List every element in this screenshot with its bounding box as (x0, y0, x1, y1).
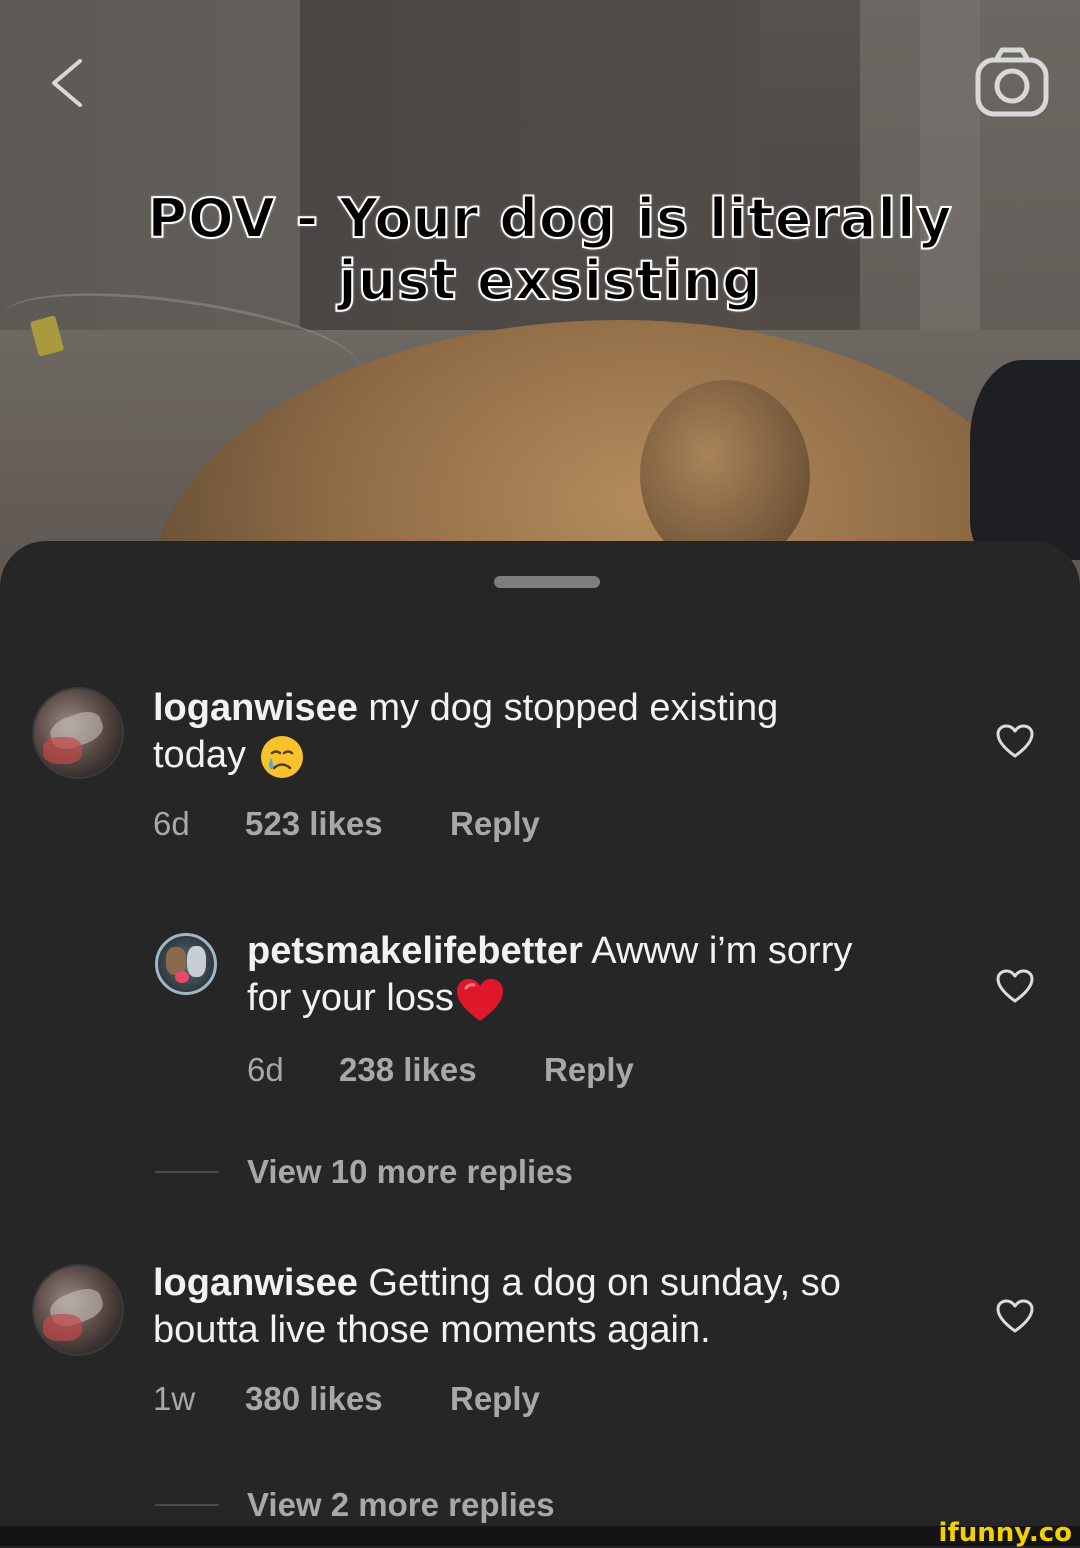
comment-time: 1w (153, 1380, 196, 1417)
comment-likes[interactable]: 523 likes (245, 805, 450, 843)
comment-time: 6d (153, 805, 190, 842)
comment-text: my dog stopped existing (368, 687, 779, 729)
camera-button[interactable] (974, 44, 1050, 120)
view-more-replies-label: View 10 more replies (247, 1153, 573, 1190)
divider (155, 1504, 219, 1506)
red-heart-icon (456, 978, 503, 1021)
like-button[interactable] (995, 968, 1035, 1004)
like-button[interactable] (995, 723, 1035, 759)
camera-icon (975, 47, 1049, 117)
view-more-replies-button[interactable]: View 10 more replies (155, 1153, 573, 1191)
comments-sheet: loganwisee my dog stopped existing today… (0, 541, 1080, 1526)
chevron-left-icon (52, 59, 82, 107)
back-button[interactable] (42, 55, 94, 111)
comment-text: Getting a dog on sunday, so (368, 1262, 841, 1304)
comment-text-continued: for your loss (247, 977, 454, 1019)
comment-text: Awww i’m sorry (591, 930, 853, 972)
reply-button[interactable]: Reply (544, 1051, 634, 1089)
drag-handle[interactable] (494, 576, 600, 588)
video-caption-line-2: just exsisting (337, 249, 762, 313)
comment-meta: 6d 238 likes Reply (247, 1051, 634, 1089)
comment-meta: 1w 380 likes Reply (153, 1380, 540, 1418)
heart-icon (996, 969, 1034, 1003)
reply-button[interactable]: Reply (450, 805, 540, 843)
comment-body: loganwisee Getting a dog on sunday, so b… (153, 1260, 953, 1354)
comment-text-continued: boutta live those moments again. (153, 1309, 711, 1351)
comment-likes[interactable]: 238 likes (339, 1051, 544, 1089)
heart-icon (996, 1299, 1034, 1333)
video-frame[interactable]: POV - Your dog is literally just exsisti… (0, 0, 1080, 600)
reply-button[interactable]: Reply (450, 1380, 540, 1418)
bottom-bar (0, 1526, 1080, 1546)
video-caption: POV - Your dog is literally just exsisti… (100, 187, 1000, 313)
view-more-replies-button[interactable]: View 2 more replies (155, 1486, 555, 1524)
crying-face-icon (260, 736, 303, 778)
comment-likes[interactable]: 380 likes (245, 1380, 450, 1418)
divider (155, 1171, 219, 1173)
comment-body: loganwisee my dog stopped existing today (153, 685, 933, 782)
heart-icon (996, 724, 1034, 758)
watermark: ifunny.co (938, 1518, 1072, 1548)
comment-time: 6d (247, 1051, 284, 1088)
comment-username[interactable]: loganwisee (153, 1262, 358, 1304)
avatar[interactable] (32, 1264, 124, 1356)
view-more-replies-label: View 2 more replies (247, 1486, 555, 1523)
avatar[interactable] (155, 933, 217, 995)
comment-meta: 6d 523 likes Reply (153, 805, 540, 843)
comment-username[interactable]: petsmakelifebetter (247, 930, 583, 972)
comment-body: petsmakelifebetter Awww i’m sorry for yo… (247, 928, 947, 1024)
video-caption-line-1: POV - Your dog is literally (146, 187, 953, 251)
avatar[interactable] (32, 687, 124, 779)
comment-text-continued: today (153, 734, 246, 777)
like-button[interactable] (995, 1298, 1035, 1334)
dark-cloth (970, 360, 1080, 560)
comment-username[interactable]: loganwisee (153, 687, 358, 729)
